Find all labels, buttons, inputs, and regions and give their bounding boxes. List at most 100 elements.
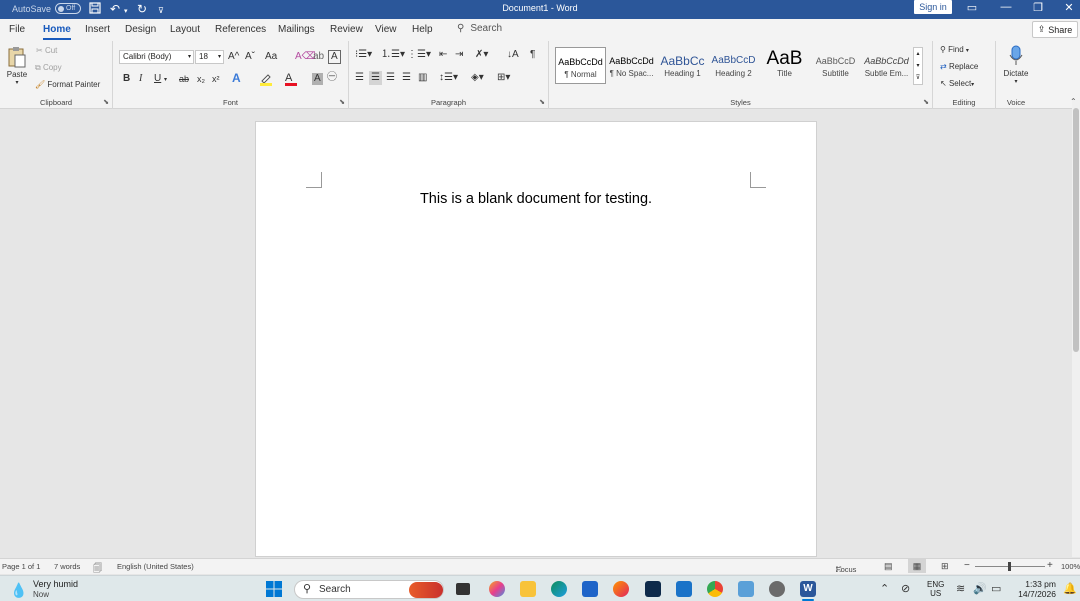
ribbon-display-icon[interactable]: ▭: [962, 1, 982, 14]
print-layout-icon[interactable]: ▦: [908, 559, 926, 573]
font-color-icon[interactable]: A: [285, 72, 297, 86]
styles-scroll-up-icon[interactable]: ▴: [914, 48, 922, 60]
zoom-level[interactable]: 100%: [1061, 562, 1080, 571]
copy-button[interactable]: ⧉ Copy: [35, 63, 62, 73]
bold-button[interactable]: B: [123, 73, 130, 85]
file-explorer-icon[interactable]: [520, 581, 536, 597]
font-launcher-icon[interactable]: ⬊: [339, 98, 345, 106]
remote-desktop-icon[interactable]: [738, 581, 754, 597]
restore-button[interactable]: ❐: [1028, 1, 1048, 14]
sign-in-button[interactable]: Sign in: [914, 0, 952, 14]
style-subtitle[interactable]: AaBbCcD Subtitle: [810, 47, 861, 84]
style-no-spacing[interactable]: AaBbCcDd ¶ No Spac...: [606, 47, 657, 84]
zoom-slider-thumb[interactable]: [1008, 562, 1011, 571]
style-subtle-emphasis[interactable]: AaBbCcDd Subtle Em...: [861, 47, 912, 84]
language-status[interactable]: English (United States): [117, 562, 194, 571]
format-painter-button[interactable]: 🖌 Format Painter: [35, 80, 100, 89]
share-button[interactable]: ⇪ Share: [1032, 21, 1078, 38]
weather-title[interactable]: Very humid: [33, 579, 78, 589]
tab-help[interactable]: Help: [412, 24, 433, 35]
minimize-button[interactable]: —: [996, 1, 1016, 13]
shading-icon[interactable]: ◈▾: [471, 72, 484, 84]
highlight-icon[interactable]: [259, 72, 273, 90]
web-layout-icon[interactable]: ⊞: [941, 561, 949, 572]
chrome-icon[interactable]: [707, 581, 723, 597]
font-name-select[interactable]: Calibri (Body) ▾: [119, 50, 194, 64]
character-border-icon[interactable]: A: [328, 50, 341, 64]
show-hidden-icons[interactable]: ⌃: [880, 582, 889, 595]
text-effects-icon[interactable]: A: [232, 72, 241, 84]
asian-layout-icon[interactable]: ✗▾: [475, 49, 488, 61]
copilot-icon[interactable]: [489, 581, 505, 597]
underline-dropdown-icon[interactable]: ▾: [164, 74, 167, 86]
decrease-indent-icon[interactable]: ⇤: [439, 49, 447, 61]
strikethrough-button[interactable]: ab: [179, 73, 189, 85]
character-shading-icon[interactable]: A: [312, 73, 323, 85]
volume-icon[interactable]: 🔊: [973, 582, 987, 595]
styles-launcher-icon[interactable]: ⬊: [923, 98, 929, 106]
word-taskbar-icon[interactable]: W: [800, 581, 816, 597]
scrollbar-thumb[interactable]: [1073, 108, 1079, 352]
tab-insert[interactable]: Insert: [85, 24, 110, 35]
customize-qat-icon[interactable]: ⊽: [158, 4, 164, 18]
phonetic-guide-icon[interactable]: ab: [313, 51, 324, 63]
dictate-button[interactable]: Dictate ▾: [999, 45, 1033, 85]
read-mode-icon[interactable]: ▤: [884, 561, 893, 572]
document-canvas[interactable]: This is a blank document for testing.: [0, 110, 1072, 557]
replace-button[interactable]: ⇄ Replace: [940, 62, 978, 71]
increase-indent-icon[interactable]: ⇥: [455, 49, 463, 61]
italic-button[interactable]: I: [139, 73, 142, 85]
document-page[interactable]: This is a blank document for testing.: [255, 121, 817, 557]
line-spacing-icon[interactable]: ↕☰▾: [439, 72, 458, 84]
store-icon[interactable]: [582, 581, 598, 597]
multilevel-list-icon[interactable]: ⋮☰▾: [407, 49, 431, 61]
zoom-out-icon[interactable]: −: [964, 560, 970, 571]
find-button[interactable]: ⚲ Find ▾: [940, 45, 969, 54]
document-text[interactable]: This is a blank document for testing.: [256, 191, 816, 207]
numbering-icon[interactable]: ⒈☰▾: [381, 49, 405, 61]
subscript-button[interactable]: x₂: [197, 73, 205, 85]
tab-file[interactable]: File: [9, 24, 25, 35]
superscript-button[interactable]: x²: [212, 73, 220, 85]
tab-layout[interactable]: Layout: [170, 24, 200, 35]
wifi-icon[interactable]: ≋: [956, 582, 965, 595]
notification-center-icon[interactable]: 🔔: [1063, 582, 1077, 595]
tab-view[interactable]: View: [375, 24, 397, 35]
vertical-scrollbar[interactable]: [1072, 100, 1080, 557]
font-size-select[interactable]: 18 ▾: [195, 50, 224, 64]
close-button[interactable]: ✕: [1059, 1, 1079, 14]
autosave-toggle[interactable]: AutoSave Off: [12, 3, 82, 14]
center-icon[interactable]: ☰: [369, 71, 382, 85]
photoshop-icon[interactable]: [645, 581, 661, 597]
zoom-in-icon[interactable]: +: [1047, 560, 1053, 571]
tab-mailings[interactable]: Mailings: [278, 24, 315, 35]
undo-icon[interactable]: ↶: [110, 2, 120, 16]
styles-scroll[interactable]: ▴ ▾ ⊽: [913, 47, 923, 85]
underline-button[interactable]: U: [154, 73, 161, 85]
task-view-icon[interactable]: [456, 583, 470, 595]
outlook-icon[interactable]: [676, 581, 692, 597]
taskbar-search[interactable]: ⚲ Search: [294, 580, 444, 599]
align-right-icon[interactable]: ☰: [386, 72, 395, 84]
word-count[interactable]: 7 words: [54, 562, 80, 571]
style-title[interactable]: AaB Title: [759, 47, 810, 84]
notifications-off-icon[interactable]: ⊘: [901, 582, 910, 595]
language-indicator[interactable]: ENG US: [927, 580, 944, 598]
paste-button[interactable]: Paste ▾: [6, 46, 28, 86]
cut-button[interactable]: ✂ Cut: [36, 46, 57, 55]
clock[interactable]: 1:33 pm 14/7/2026: [1016, 579, 1056, 599]
paragraph-launcher-icon[interactable]: ⬊: [539, 98, 545, 106]
battery-icon[interactable]: ▭: [991, 582, 1001, 595]
show-formatting-icon[interactable]: ¶: [530, 49, 535, 61]
page-count[interactable]: Page 1 of 1: [2, 562, 40, 571]
style-heading-2[interactable]: AaBbCcD Heading 2: [708, 47, 759, 84]
tab-design[interactable]: Design: [125, 24, 156, 35]
distributed-icon[interactable]: ▥: [418, 72, 427, 84]
select-button[interactable]: ↖ Select▾: [940, 79, 974, 88]
justify-icon[interactable]: ☰: [402, 72, 411, 84]
grow-font-button[interactable]: A^: [228, 51, 239, 63]
start-icon[interactable]: [266, 581, 282, 599]
bullets-icon[interactable]: ⁝☰▾: [355, 49, 372, 61]
tab-references[interactable]: References: [215, 24, 266, 35]
undo-dropdown-icon[interactable]: ▾: [124, 5, 128, 19]
